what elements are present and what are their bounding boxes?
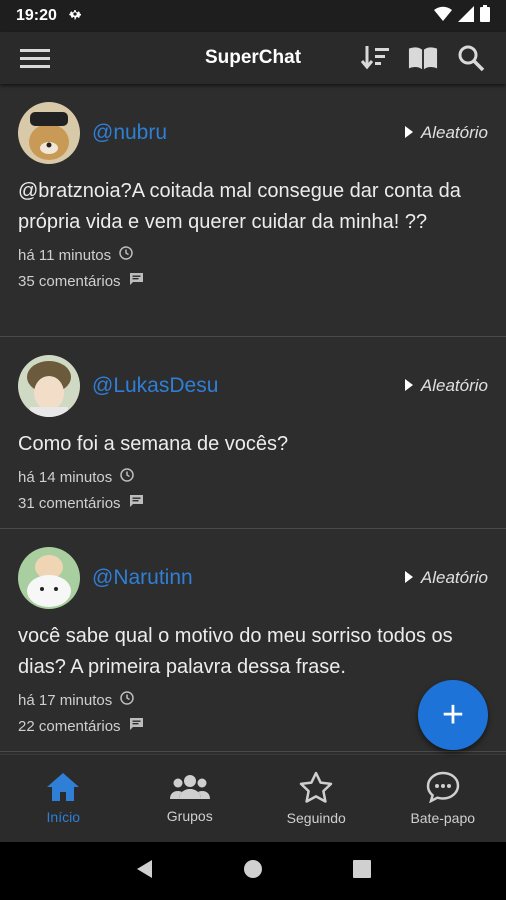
post-item[interactable]: @LukasDesu Aleatório Como foi a semana d… xyxy=(0,337,506,529)
nav-item-inicio[interactable]: Início xyxy=(0,755,127,842)
nav-item-seguindo[interactable]: Seguindo xyxy=(253,755,380,842)
post-comments-row[interactable]: 35 comentários xyxy=(18,268,488,294)
wifi-icon xyxy=(434,6,452,27)
group-icon xyxy=(169,773,210,804)
app-bar: SuperChat xyxy=(0,32,506,84)
book-icon[interactable] xyxy=(408,43,438,73)
nav-label: Seguindo xyxy=(286,810,346,826)
post-category[interactable]: Aleatório xyxy=(404,376,488,396)
system-nav-bar xyxy=(0,842,506,900)
post-time-row: há 11 minutos xyxy=(18,242,488,268)
nav-label: Início xyxy=(46,809,80,825)
clock-icon xyxy=(120,691,134,709)
post-time: há 17 minutos xyxy=(18,691,113,709)
status-bar: 19:20 xyxy=(0,0,506,32)
clock-icon xyxy=(119,246,133,264)
search-icon[interactable] xyxy=(456,43,486,73)
post-header: @LukasDesu Aleatório xyxy=(18,355,488,417)
recents-icon[interactable] xyxy=(352,859,372,884)
post-username[interactable]: @nubru xyxy=(92,121,167,145)
category-label: Aleatório xyxy=(420,376,488,395)
post-category[interactable]: Aleatório xyxy=(404,123,488,143)
avatar[interactable] xyxy=(18,102,80,164)
home-icon xyxy=(46,772,80,805)
post-header: @Narutinn Aleatório xyxy=(18,547,488,609)
play-arrow-icon xyxy=(404,376,413,396)
nav-item-grupos[interactable]: Grupos xyxy=(127,755,254,842)
category-label: Aleatório xyxy=(420,123,488,142)
post-time: há 11 minutos xyxy=(18,246,112,264)
avatar[interactable] xyxy=(18,547,80,609)
post-feed[interactable]: @nubru Aleatório @bratznoia?A coitada ma… xyxy=(0,84,506,754)
comment-icon xyxy=(129,717,144,735)
avatar[interactable] xyxy=(18,355,80,417)
category-label: Aleatório xyxy=(420,568,488,587)
status-time: 19:20 xyxy=(16,7,57,24)
home-circle-icon[interactable] xyxy=(242,858,264,885)
comment-icon xyxy=(129,494,144,512)
bottom-nav: Início Grupos Seguindo Bate-papo xyxy=(0,754,506,842)
post-time: há 14 minutos xyxy=(18,468,113,486)
post-time-row: há 14 minutos xyxy=(18,464,488,490)
comment-icon xyxy=(129,272,144,290)
post-header: @nubru Aleatório xyxy=(18,102,488,164)
new-post-button[interactable]: + xyxy=(418,680,488,750)
post-text[interactable]: você sabe qual o motivo do meu sorriso t… xyxy=(18,621,488,683)
star-icon xyxy=(299,771,333,806)
post-comments[interactable]: 31 comentários xyxy=(18,495,121,512)
nav-item-bate-papo[interactable]: Bate-papo xyxy=(380,755,506,842)
post-comments[interactable]: 35 comentários xyxy=(18,273,121,290)
chat-icon xyxy=(426,771,460,806)
play-arrow-icon xyxy=(404,123,413,143)
clock-icon xyxy=(120,468,134,486)
signal-icon xyxy=(458,5,474,27)
post-item[interactable]: @nubru Aleatório @bratznoia?A coitada ma… xyxy=(0,84,506,337)
post-username[interactable]: @Narutinn xyxy=(92,566,193,590)
back-icon[interactable] xyxy=(134,858,154,885)
play-arrow-icon xyxy=(404,568,413,588)
menu-icon[interactable] xyxy=(20,43,50,73)
post-comments[interactable]: 22 comentários xyxy=(18,718,121,735)
nav-label: Bate-papo xyxy=(410,810,476,826)
sort-icon[interactable] xyxy=(360,43,390,73)
post-text[interactable]: Como foi a semana de vocês? xyxy=(18,429,488,460)
post-category[interactable]: Aleatório xyxy=(404,568,488,588)
post-text[interactable]: @bratznoia?A coitada mal consegue dar co… xyxy=(18,176,488,238)
settings-gear-icon xyxy=(67,6,83,27)
post-comments-row[interactable]: 31 comentários xyxy=(18,490,488,516)
nav-label: Grupos xyxy=(166,808,213,824)
battery-icon xyxy=(480,5,490,27)
post-username[interactable]: @LukasDesu xyxy=(92,374,218,398)
